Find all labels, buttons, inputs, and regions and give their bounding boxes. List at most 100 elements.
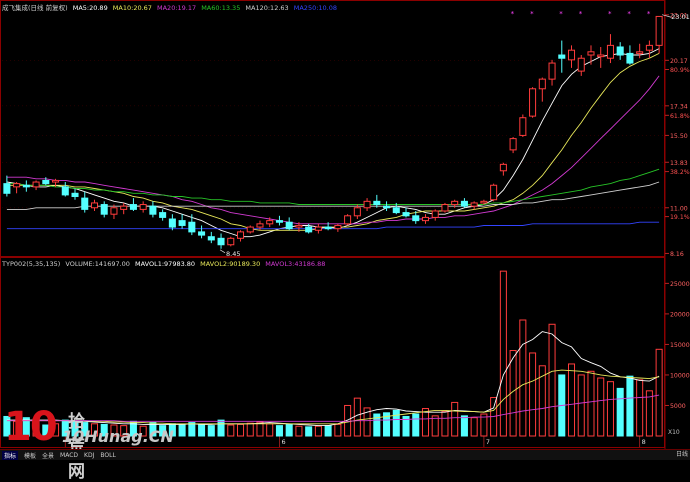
candle-body bbox=[71, 192, 79, 198]
low-price-label: 8.45 bbox=[226, 250, 240, 258]
mavol1-label: MAVOL1:97983.80 bbox=[135, 260, 196, 268]
ma120-label: MA120:12.63 bbox=[245, 4, 289, 12]
candle-body bbox=[334, 224, 342, 230]
tab-overview[interactable]: 全景 bbox=[42, 451, 54, 460]
volume-bar bbox=[392, 409, 400, 437]
price-tick-label: 15.50 bbox=[670, 133, 688, 140]
ma-line-ma20 bbox=[6, 75, 660, 225]
candle-body bbox=[392, 207, 400, 214]
volume-bar bbox=[217, 419, 225, 437]
volume-bar bbox=[324, 425, 332, 437]
volume-bar bbox=[645, 390, 653, 437]
period-label[interactable]: 日线 bbox=[676, 449, 688, 458]
price-tick-label: 19.1% bbox=[670, 214, 690, 221]
candle-body bbox=[548, 62, 556, 80]
signal-marker: * bbox=[579, 10, 583, 18]
price-panel-frame bbox=[0, 0, 665, 257]
watermark-logo: 10 bbox=[4, 404, 58, 450]
volume-bar bbox=[198, 423, 206, 437]
volume-bar bbox=[353, 397, 361, 437]
ma10-label: MA10:20.67 bbox=[112, 4, 152, 12]
candle-body bbox=[412, 215, 420, 222]
price-tick-label: 13.83 bbox=[670, 160, 688, 167]
volume-bar bbox=[305, 426, 313, 437]
candle-body bbox=[3, 183, 11, 194]
kline-chart[interactable]: 23.01 20.17 80.9% 17.34 61.8% 15.50 13.83 38.2%… bbox=[0, 0, 690, 459]
candle-body bbox=[81, 197, 89, 210]
volume-bar bbox=[577, 374, 585, 437]
candle-body bbox=[645, 44, 653, 51]
candle-body bbox=[451, 200, 459, 206]
candle-body bbox=[490, 184, 498, 201]
candle-body bbox=[324, 226, 332, 230]
candle-body bbox=[305, 226, 313, 233]
candle-body bbox=[52, 179, 60, 183]
ma5-label: MA5:20.89 bbox=[72, 4, 108, 12]
volume-tick-label: 15000 bbox=[670, 342, 690, 349]
signal-marker: * bbox=[647, 10, 651, 18]
tab-boll[interactable]: BOLL bbox=[100, 452, 115, 459]
volume-tick-label: 25000 bbox=[670, 281, 690, 288]
low-pointer bbox=[219, 249, 226, 254]
candle-body bbox=[168, 218, 176, 228]
candle-body bbox=[460, 200, 468, 207]
price-tick-label: 80.9% bbox=[670, 67, 690, 74]
candle-body bbox=[421, 216, 430, 222]
tab-macd[interactable]: MACD bbox=[60, 452, 78, 459]
candle-body bbox=[149, 205, 157, 215]
volume-bar bbox=[597, 377, 605, 437]
candle-body bbox=[217, 237, 225, 246]
price-tick-label: 8.16 bbox=[670, 251, 684, 258]
candle-body bbox=[558, 54, 566, 59]
price-tick-label: 61.8% bbox=[670, 113, 690, 120]
watermark: 10 拾荒网 10Hunag.CN bbox=[4, 404, 174, 482]
candle-body bbox=[616, 46, 624, 56]
volume-bar bbox=[275, 425, 283, 437]
candle-body bbox=[13, 183, 21, 188]
ma-line-ma60 bbox=[6, 168, 660, 205]
candle-body bbox=[100, 204, 108, 215]
candle-body bbox=[626, 52, 634, 64]
candle-body bbox=[236, 231, 245, 239]
tab-indicator[interactable]: 指标 bbox=[2, 450, 19, 460]
candle-body bbox=[606, 44, 614, 59]
x-tick-label: 6 bbox=[281, 438, 285, 446]
candle-body bbox=[373, 200, 381, 206]
candle-body bbox=[567, 49, 576, 61]
candle-body bbox=[519, 117, 527, 136]
candle-body bbox=[120, 205, 128, 210]
candle-body bbox=[509, 138, 517, 151]
tab-template[interactable]: 模板 bbox=[24, 451, 36, 460]
volume-bar bbox=[567, 363, 576, 437]
volume-bar bbox=[285, 423, 293, 437]
candle-body bbox=[42, 179, 50, 185]
candle-body bbox=[295, 224, 303, 228]
volume-bar bbox=[548, 323, 556, 437]
signal-marker: * bbox=[608, 10, 612, 18]
candle-body bbox=[139, 204, 147, 210]
candle-body bbox=[61, 186, 69, 196]
candle-body bbox=[470, 202, 478, 207]
volume-bar bbox=[616, 387, 624, 437]
volume-bar bbox=[227, 424, 235, 437]
candle-body bbox=[285, 221, 293, 230]
volume-bar bbox=[470, 417, 478, 437]
candle-body bbox=[256, 223, 264, 228]
volume-bar bbox=[519, 319, 527, 437]
indicator-name: TYP002(5,35,135) bbox=[2, 260, 61, 268]
candle-body bbox=[266, 220, 274, 225]
volume-bar bbox=[636, 379, 644, 437]
tab-kdj[interactable]: KDJ bbox=[84, 452, 94, 459]
candle-body bbox=[353, 207, 361, 217]
volume-bar bbox=[412, 413, 420, 437]
volume-bar bbox=[499, 270, 507, 437]
candle-body bbox=[402, 212, 410, 217]
x-tick-label: 8 bbox=[642, 438, 646, 446]
price-tick-label: 20.17 bbox=[670, 58, 688, 65]
price-tick-label: 38.2% bbox=[670, 169, 690, 176]
signal-marker: * bbox=[530, 10, 534, 18]
volume-bar bbox=[626, 375, 634, 437]
ma-line-ma10 bbox=[6, 52, 660, 231]
candle-body bbox=[499, 163, 507, 172]
candle-body bbox=[363, 200, 371, 209]
